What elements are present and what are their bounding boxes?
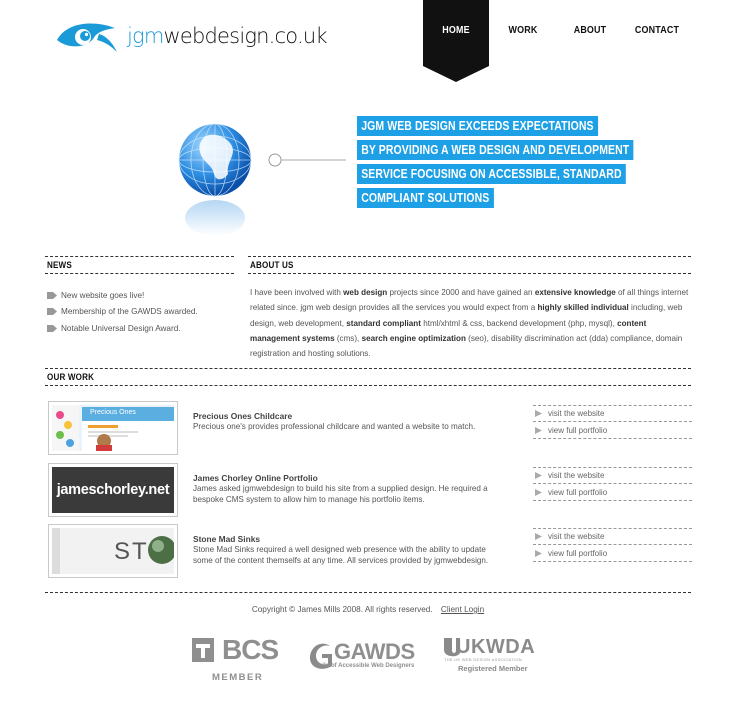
visit-website-link[interactable]: visit the website — [533, 405, 692, 422]
stone-artwork — [52, 528, 174, 574]
work-item-precious-ones: Precious Ones Precious Ones Childcare Pr… — [48, 401, 692, 455]
bullet-arrow-icon — [47, 324, 57, 332]
news-item-text: Notable Universal Design Award. — [61, 323, 181, 333]
news-item[interactable]: New website goes live! — [47, 287, 198, 304]
globe-icon — [178, 123, 252, 236]
work-thumbnail[interactable]: Precious Ones — [48, 401, 178, 455]
client-login-link[interactable]: Client Login — [441, 605, 484, 614]
news-item[interactable]: Notable Universal Design Award. — [47, 320, 198, 337]
tagline-line-2: BY PROVIDING A WEB DESIGN AND DEVELOPMEN… — [357, 140, 634, 160]
work-title: OUR WORK — [47, 372, 95, 383]
ukwda-logo-text: UKWDA — [456, 636, 536, 658]
ukwda-registered-text: Registered Member — [458, 664, 528, 673]
work-item-stone-mad-sinks: ST Stone Mad Sinks Stone Mad Sinks requi… — [48, 524, 692, 578]
thumb-caption: Precious Ones — [90, 409, 136, 416]
thumb-caption: jameschorley.net — [56, 482, 170, 498]
tagline-line-1: JGM WEB DESIGN EXCEEDS EXPECTATIONS — [357, 116, 598, 136]
work-description: Precious one's provides professional chi… — [193, 422, 476, 431]
copyright: Copyright © James Mills 2008. All rights… — [0, 605, 736, 614]
visit-website-link[interactable]: visit the website — [533, 528, 692, 545]
nav-contact[interactable]: CONTACT — [629, 0, 685, 62]
news-item[interactable]: Membership of the GAWDS awarded. — [47, 304, 198, 321]
work-header: OUR WORK — [45, 368, 691, 386]
about-header: ABOUT US — [248, 256, 691, 274]
hero-tagline: JGM WEB DESIGN EXCEEDS EXPECTATIONS BY P… — [357, 116, 686, 212]
work-item-james-chorley: jameschorley.net James Chorley Online Po… — [48, 463, 692, 517]
nav-about[interactable]: ABOUT — [562, 0, 618, 62]
news-title: NEWS — [47, 260, 72, 271]
view-portfolio-link[interactable]: view full portfolio — [533, 422, 692, 439]
work-thumbnail[interactable]: jameschorley.net — [48, 463, 178, 517]
tagline-line-3: SERVICE FOCUSING ON ACCESSIBLE, STANDARD — [357, 164, 626, 184]
ukwda-badge[interactable]: UKWDA THE UK WEB DESIGN ASSOCIATION Regi… — [442, 636, 552, 678]
play-arrow-icon — [535, 488, 542, 496]
news-header: NEWS — [45, 256, 234, 274]
bullet-arrow-icon — [47, 291, 57, 299]
work-links: visit the website view full portfolio — [533, 405, 692, 439]
nav-work[interactable]: WORK — [495, 0, 551, 62]
connector-line — [268, 153, 346, 167]
work-links: visit the website view full portfolio — [533, 467, 692, 501]
news-item-text: Membership of the GAWDS awarded. — [61, 307, 198, 317]
visit-website-link[interactable]: visit the website — [533, 467, 692, 484]
about-text: I have been involved with web design pro… — [250, 288, 689, 359]
ukwda-association-text: THE UK WEB DESIGN ASSOCIATION — [444, 657, 522, 662]
work-thumbnail[interactable]: ST — [48, 524, 178, 578]
work-links: visit the website view full portfolio — [533, 528, 692, 562]
gawds-badge[interactable]: GAWDS Guild of Accessible Web Designers — [308, 638, 418, 672]
view-portfolio-link[interactable]: view full portfolio — [533, 484, 692, 501]
copyright-text: Copyright © James Mills 2008. All rights… — [251, 605, 433, 614]
gawds-subtitle: Guild of Accessible Web Designers — [314, 663, 415, 669]
news-list: New website goes live! Membership of the… — [47, 287, 198, 337]
play-arrow-icon — [535, 533, 542, 540]
main-nav: HOME WORK ABOUT CONTACT — [423, 0, 693, 82]
bcs-logo-text: BCS — [222, 634, 279, 665]
nav-home[interactable]: HOME — [428, 0, 484, 62]
view-portfolio-link[interactable]: view full portfolio — [533, 545, 692, 562]
footer-divider — [45, 592, 691, 593]
work-description: Stone Mad Sinks required a well designed… — [193, 545, 489, 565]
logo-text: jgmwebdesign.co.uk — [127, 24, 328, 48]
work-title-text: Stone Mad Sinks — [193, 534, 261, 544]
bcs-member-text: MEMBER — [212, 672, 264, 683]
logo-domain: webdesign.co.uk — [163, 24, 328, 48]
bullet-arrow-icon — [47, 308, 57, 316]
work-description: James asked jgmwebdesign to build his si… — [193, 484, 488, 504]
tagline-line-4: COMPLIANT SOLUTIONS — [357, 188, 494, 208]
play-arrow-icon — [535, 472, 542, 479]
eye-logo-icon — [57, 23, 117, 52]
about-title: ABOUT US — [250, 260, 294, 271]
logo-jgm: jgm — [127, 24, 164, 48]
work-title-text: Precious Ones Childcare — [193, 411, 293, 421]
gawds-logo-text: GAWDS — [334, 639, 415, 664]
play-arrow-icon — [535, 426, 542, 434]
bcs-member-badge[interactable]: BCS MEMBER — [190, 634, 286, 688]
play-arrow-icon — [535, 410, 542, 417]
play-arrow-icon — [535, 549, 542, 557]
work-title-text: James Chorley Online Portfolio — [193, 473, 318, 483]
news-item-text: New website goes live! — [61, 290, 145, 300]
site-logo[interactable]: jgmwebdesign.co.uk — [55, 18, 328, 54]
